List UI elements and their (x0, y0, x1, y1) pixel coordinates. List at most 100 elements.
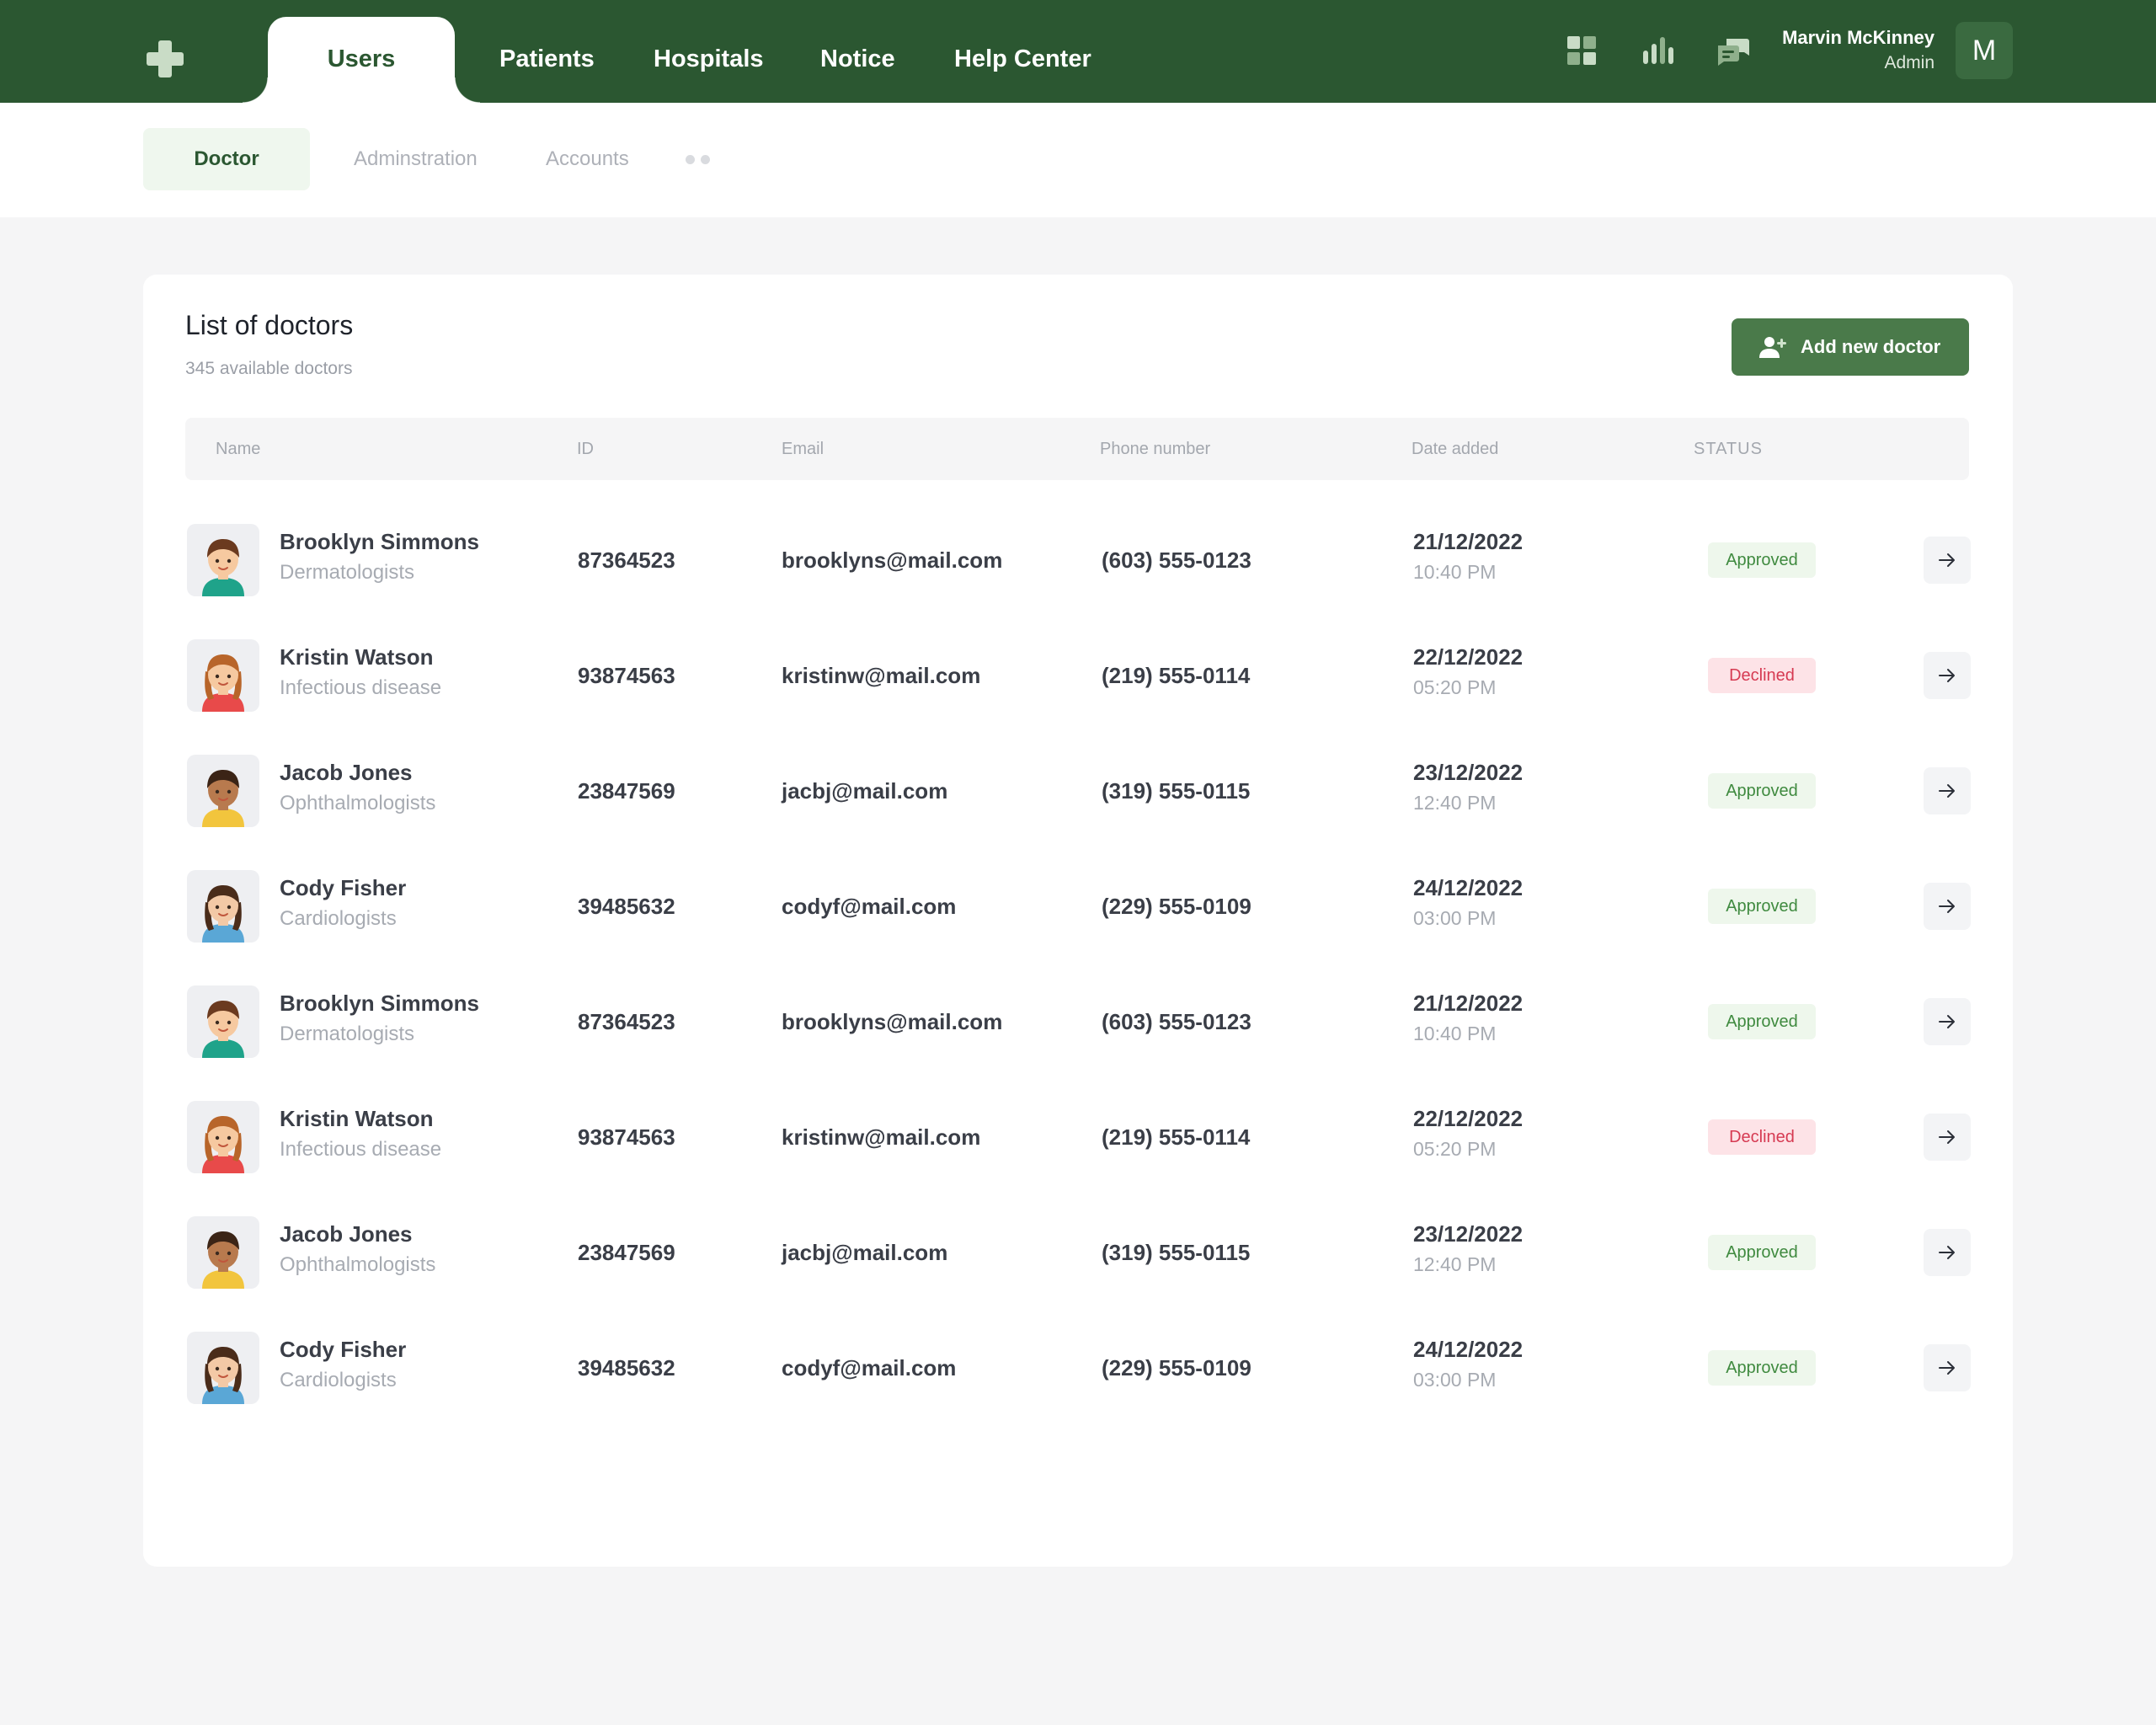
time-added: 12:40 PM (1413, 1253, 1497, 1275)
row-details-button[interactable] (1924, 1229, 1971, 1276)
medical-cross-logo-icon[interactable] (147, 40, 184, 77)
doctor-specialty: Cardiologists (280, 1369, 397, 1391)
time-added: 05:20 PM (1413, 1138, 1497, 1160)
header-email[interactable]: Email (782, 418, 824, 480)
arrow-right-icon (1939, 1246, 1955, 1259)
header-status[interactable]: STATUS (1694, 418, 1763, 480)
tab-help-center[interactable]: Help Center (954, 34, 1091, 84)
date-added: 21/12/2022 (1413, 529, 1524, 554)
tab-patients[interactable]: Patients (499, 34, 595, 84)
top-nav-bar: Users Patients Hospitals Notice Help Cen… (0, 0, 2156, 104)
doctor-avatar (187, 1101, 259, 1173)
doctor-email: brooklyns@mail.com (782, 547, 1003, 573)
doctor-id: 39485632 (578, 1355, 675, 1381)
row-details-button[interactable] (1924, 652, 1971, 699)
row-details-button[interactable] (1924, 767, 1971, 814)
bar-chart-icon[interactable] (1639, 32, 1676, 69)
table-row[interactable]: Kristin Watson Infectious disease 938745… (185, 638, 1971, 713)
doctor-name[interactable]: Brooklyn Simmons (280, 991, 479, 1017)
doctor-email: kristinw@mail.com (782, 663, 981, 688)
arrow-right-icon (1939, 1361, 1955, 1375)
doctor-name[interactable]: Kristin Watson (280, 1106, 433, 1132)
card-subtitle: 345 available doctors (185, 359, 353, 378)
arrow-right-icon (1939, 1015, 1955, 1028)
status-badge: Declined (1708, 1119, 1816, 1155)
doctor-avatar (187, 755, 259, 827)
doctor-id: 87364523 (578, 1009, 675, 1034)
doctor-name[interactable]: Kristin Watson (280, 644, 433, 670)
doctor-name[interactable]: Brooklyn Simmons (280, 529, 479, 555)
doctor-id: 39485632 (578, 894, 675, 919)
subtab-adminstration[interactable]: Adminstration (354, 128, 478, 190)
arrow-right-icon (1939, 784, 1955, 798)
doctor-email: jacbj@mail.com (782, 778, 948, 804)
doctor-phone: (219) 555-0114 (1102, 663, 1251, 688)
status-badge: Approved (1708, 1235, 1816, 1270)
doctor-phone: (229) 555-0109 (1102, 1355, 1251, 1381)
arrow-right-icon (1939, 1130, 1955, 1144)
date-added: 23/12/2022 (1413, 1221, 1524, 1247)
doctor-specialty: Infectious disease (280, 1138, 442, 1161)
doctor-specialty: Dermatologists (280, 1023, 415, 1045)
doctors-card: List of doctors 345 available doctors Ad… (143, 275, 2013, 1567)
doctor-avatar (187, 639, 259, 712)
doctor-specialty: Cardiologists (280, 907, 397, 930)
doctor-id: 93874563 (578, 663, 675, 688)
table-row[interactable]: Jacob Jones Ophthalmologists 23847569 ja… (185, 1215, 1971, 1290)
table-row[interactable]: Cody Fisher Cardiologists 39485632 codyf… (185, 868, 1971, 944)
add-new-doctor-button[interactable]: Add new doctor (1732, 318, 1969, 376)
doctor-name[interactable]: Jacob Jones (280, 760, 413, 786)
more-dots-icon[interactable] (686, 155, 714, 165)
row-details-button[interactable] (1924, 1344, 1971, 1391)
date-added: 24/12/2022 (1413, 1337, 1524, 1362)
table-row[interactable]: Cody Fisher Cardiologists 39485632 codyf… (185, 1330, 1971, 1406)
doctor-email: codyf@mail.com (782, 894, 957, 919)
header-id[interactable]: ID (577, 418, 594, 480)
subtab-accounts[interactable]: Accounts (546, 128, 629, 190)
doctor-name[interactable]: Jacob Jones (280, 1221, 413, 1247)
date-added: 22/12/2022 (1413, 1106, 1524, 1131)
row-details-button[interactable] (1924, 1114, 1971, 1161)
row-details-button[interactable] (1924, 998, 1971, 1045)
row-details-button[interactable] (1924, 537, 1971, 584)
user-avatar[interactable]: M (1956, 22, 2013, 79)
time-added: 03:00 PM (1413, 907, 1497, 929)
date-added: 23/12/2022 (1413, 760, 1524, 785)
table-row[interactable]: Kristin Watson Infectious disease 938745… (185, 1099, 1971, 1175)
time-added: 10:40 PM (1413, 561, 1497, 583)
date-added: 24/12/2022 (1413, 875, 1524, 900)
status-badge: Approved (1708, 889, 1816, 924)
doctor-id: 23847569 (578, 778, 675, 804)
chat-icon[interactable] (1715, 32, 1752, 69)
status-badge: Approved (1708, 542, 1816, 578)
tab-hospitals[interactable]: Hospitals (654, 34, 764, 84)
header-name[interactable]: Name (216, 418, 260, 480)
status-badge: Approved (1708, 1350, 1816, 1386)
tab-users[interactable]: Users (243, 17, 480, 104)
user-name: Marvin McKinney (1782, 27, 1935, 48)
doctor-avatar (187, 1332, 259, 1404)
dashboard-icon[interactable] (1563, 32, 1600, 69)
date-added: 22/12/2022 (1413, 644, 1524, 670)
tab-notice[interactable]: Notice (820, 34, 895, 84)
row-details-button[interactable] (1924, 883, 1971, 930)
user-role: Admin (1884, 53, 1935, 72)
subtab-doctor[interactable]: Doctor (143, 128, 310, 190)
table-row[interactable]: Brooklyn Simmons Dermatologists 87364523… (185, 984, 1971, 1060)
doctor-id: 23847569 (578, 1240, 675, 1265)
arrow-right-icon (1939, 553, 1955, 567)
doctor-name[interactable]: Cody Fisher (280, 1337, 406, 1363)
doctor-specialty: Infectious disease (280, 676, 442, 699)
doctor-specialty: Dermatologists (280, 561, 415, 584)
time-added: 05:20 PM (1413, 676, 1497, 698)
header-phone[interactable]: Phone number (1100, 418, 1210, 480)
table-row[interactable]: Brooklyn Simmons Dermatologists 87364523… (185, 522, 1971, 598)
table-row[interactable]: Jacob Jones Ophthalmologists 23847569 ja… (185, 753, 1971, 829)
header-date-added[interactable]: Date added (1412, 418, 1498, 480)
doctor-name[interactable]: Cody Fisher (280, 875, 406, 901)
doctor-email: jacbj@mail.com (782, 1240, 948, 1265)
table-header: Name ID Email Phone number Date added ST… (185, 418, 1969, 480)
doctor-specialty: Ophthalmologists (280, 792, 436, 814)
doctor-phone: (603) 555-0123 (1102, 1009, 1251, 1034)
arrow-right-icon (1939, 900, 1955, 913)
